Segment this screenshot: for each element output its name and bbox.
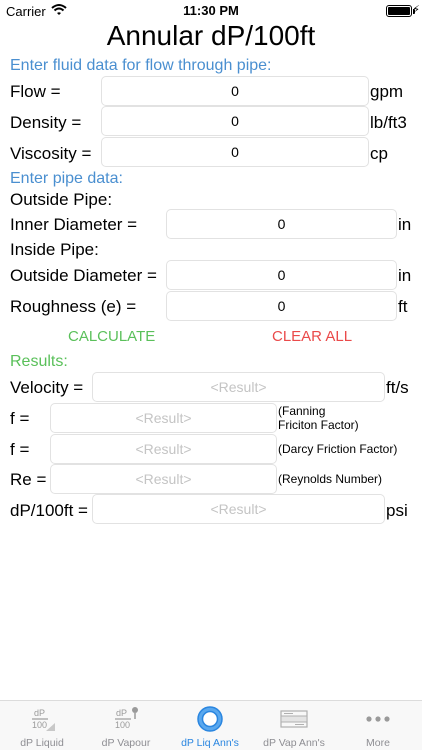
dp-result: <Result>	[92, 494, 385, 524]
velocity-unit: ft/s	[386, 378, 409, 397]
clock: 11:30 PM	[183, 3, 239, 18]
svg-text:dP: dP	[34, 708, 45, 718]
tab-more[interactable]: More	[336, 701, 420, 750]
flow-input[interactable]: 0	[101, 76, 369, 106]
reynolds-label: Re =	[10, 470, 47, 489]
tab-dp-vapour[interactable]: dP 100 dP Vapour	[84, 701, 168, 750]
inner-diameter-unit: in	[398, 215, 412, 234]
tab-dp-vap-anns[interactable]: dP Vap Ann's	[252, 701, 336, 750]
fanning-result: <Result>	[50, 403, 277, 433]
dp-label: dP/100ft =	[10, 501, 88, 520]
calculate-button[interactable]: CALCULATE	[68, 328, 155, 345]
inner-diameter-label: Inner Diameter =	[10, 215, 138, 234]
viscosity-label: Viscosity =	[10, 144, 92, 163]
fanning-note-line2: Friciton Factor)	[278, 418, 359, 432]
svg-text:100: 100	[115, 720, 130, 730]
tab-dp-vap-anns-label: dP Vap Ann's	[263, 737, 325, 749]
roughness-input[interactable]: 0	[166, 291, 397, 321]
outside-diameter-unit: in	[398, 266, 412, 285]
density-unit: lb/ft3	[370, 113, 407, 132]
density-label: Density =	[10, 113, 82, 132]
more-icon	[366, 716, 390, 722]
dp-vapour-icon: dP 100	[115, 707, 138, 730]
annulus-liquid-icon	[197, 706, 223, 732]
flow-label: Flow =	[10, 82, 61, 101]
darcy-label: f =	[10, 440, 30, 459]
outside-diameter-label: Outside Diameter =	[10, 266, 157, 285]
outside-diameter-input[interactable]: 0	[166, 260, 397, 290]
inside-pipe-label: Inside Pipe:	[10, 240, 99, 259]
velocity-label: Velocity =	[10, 378, 84, 397]
annulus-vapour-icon	[280, 710, 308, 728]
darcy-result: <Result>	[50, 434, 277, 464]
roughness-label: Roughness (e) =	[10, 297, 137, 316]
fluid-section-heading: Enter fluid data for flow through pipe:	[10, 57, 272, 74]
svg-text:dP: dP	[116, 708, 127, 718]
tab-dp-liquid-label: dP Liquid	[20, 737, 64, 749]
tab-dp-liq-anns[interactable]: dP Liq Ann's	[168, 701, 252, 750]
battery-icon	[386, 5, 415, 17]
results-heading: Results:	[10, 353, 68, 370]
reynolds-result: <Result>	[50, 464, 277, 494]
roughness-unit: ft	[398, 297, 408, 316]
viscosity-input[interactable]: 0	[101, 137, 369, 167]
dp-liquid-icon: dP 100	[32, 708, 55, 731]
svg-text:100: 100	[32, 720, 47, 730]
fanning-note-line1: (Fanning	[278, 404, 326, 418]
reynolds-note: (Reynolds Number)	[278, 472, 383, 486]
tab-more-label: More	[366, 737, 390, 749]
pipe-section-heading: Enter pipe data:	[10, 170, 123, 187]
status-bar: Carrier 11:30 PM ⚡	[0, 0, 422, 22]
outside-pipe-label: Outside Pipe:	[10, 190, 113, 209]
flow-unit: gpm	[370, 82, 404, 101]
tab-dp-liq-anns-label: dP Liq Ann's	[181, 737, 239, 749]
tab-bar: dP 100 dP Liquid dP 100 dP Vapour dP Liq…	[0, 700, 422, 750]
velocity-result: <Result>	[92, 372, 385, 402]
density-input[interactable]: 0	[101, 106, 369, 136]
viscosity-unit: cp	[370, 144, 388, 163]
tab-dp-liquid[interactable]: dP 100 dP Liquid	[0, 701, 84, 750]
page-title: Annular dP/100ft	[106, 20, 316, 51]
clear-all-button[interactable]: CLEAR ALL	[272, 328, 352, 345]
darcy-note: (Darcy Friction Factor)	[278, 442, 398, 456]
tab-dp-vapour-label: dP Vapour	[101, 737, 151, 749]
inner-diameter-input[interactable]: 0	[166, 209, 397, 239]
fanning-note: (Fanning Friciton Factor)	[278, 404, 359, 432]
fanning-label: f =	[10, 409, 30, 428]
dp-unit: psi	[386, 501, 408, 520]
charging-icon: ⚡	[412, 4, 420, 16]
